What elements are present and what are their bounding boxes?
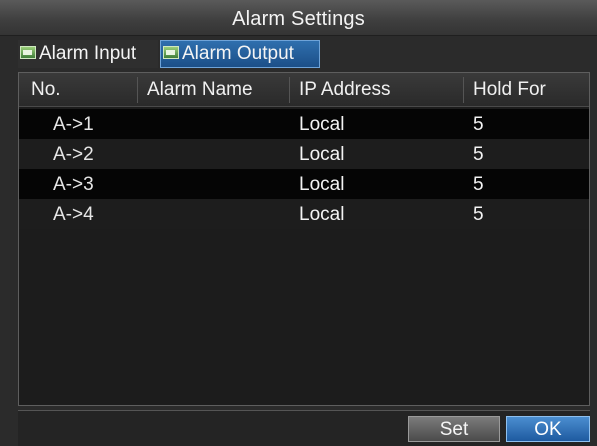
- column-divider: [463, 77, 464, 103]
- column-header-no: No.: [31, 79, 61, 100]
- row-number: A->4: [53, 204, 94, 225]
- table-row[interactable]: A->3 Local 5: [19, 169, 589, 199]
- tab-alarm-output[interactable]: Alarm Output: [160, 40, 320, 68]
- tab-alarm-input[interactable]: Alarm Input: [18, 40, 158, 68]
- row-hold-for: 5: [473, 174, 484, 195]
- row-ip-address: Local: [299, 114, 345, 135]
- window-title: Alarm Settings: [232, 8, 365, 30]
- row-hold-for: 5: [473, 144, 484, 165]
- set-button[interactable]: Set: [408, 416, 500, 442]
- alarm-settings-window: Alarm Settings Alarm Input Alarm Output …: [0, 0, 597, 446]
- title-bar: Alarm Settings: [0, 0, 597, 36]
- row-hold-for: 5: [473, 114, 484, 135]
- row-ip-address: Local: [299, 174, 345, 195]
- column-header-alarm-name: Alarm Name: [147, 79, 253, 100]
- row-number: A->3: [53, 174, 94, 195]
- tab-alarm-input-label: Alarm Input: [39, 43, 137, 64]
- table-row[interactable]: A->1 Local 5: [19, 109, 589, 139]
- alarm-output-table: No. Alarm Name IP Address Hold For A->1 …: [18, 72, 590, 406]
- column-header-hold-for: Hold For: [473, 79, 546, 100]
- tab-alarm-output-label: Alarm Output: [182, 43, 294, 64]
- row-ip-address: Local: [299, 144, 345, 165]
- table-header: No. Alarm Name IP Address Hold For: [19, 73, 589, 107]
- table-row[interactable]: A->4 Local 5: [19, 199, 589, 229]
- row-hold-for: 5: [473, 204, 484, 225]
- row-ip-address: Local: [299, 204, 345, 225]
- alarm-input-icon: [20, 45, 36, 59]
- column-divider: [289, 77, 290, 103]
- column-divider: [137, 77, 138, 103]
- alarm-output-icon: [163, 45, 179, 59]
- row-number: A->2: [53, 144, 94, 165]
- table-row[interactable]: A->2 Local 5: [19, 139, 589, 169]
- row-number: A->1: [53, 114, 94, 135]
- ok-button[interactable]: OK: [506, 416, 590, 442]
- column-header-ip-address: IP Address: [299, 79, 391, 100]
- button-bar: [18, 410, 590, 446]
